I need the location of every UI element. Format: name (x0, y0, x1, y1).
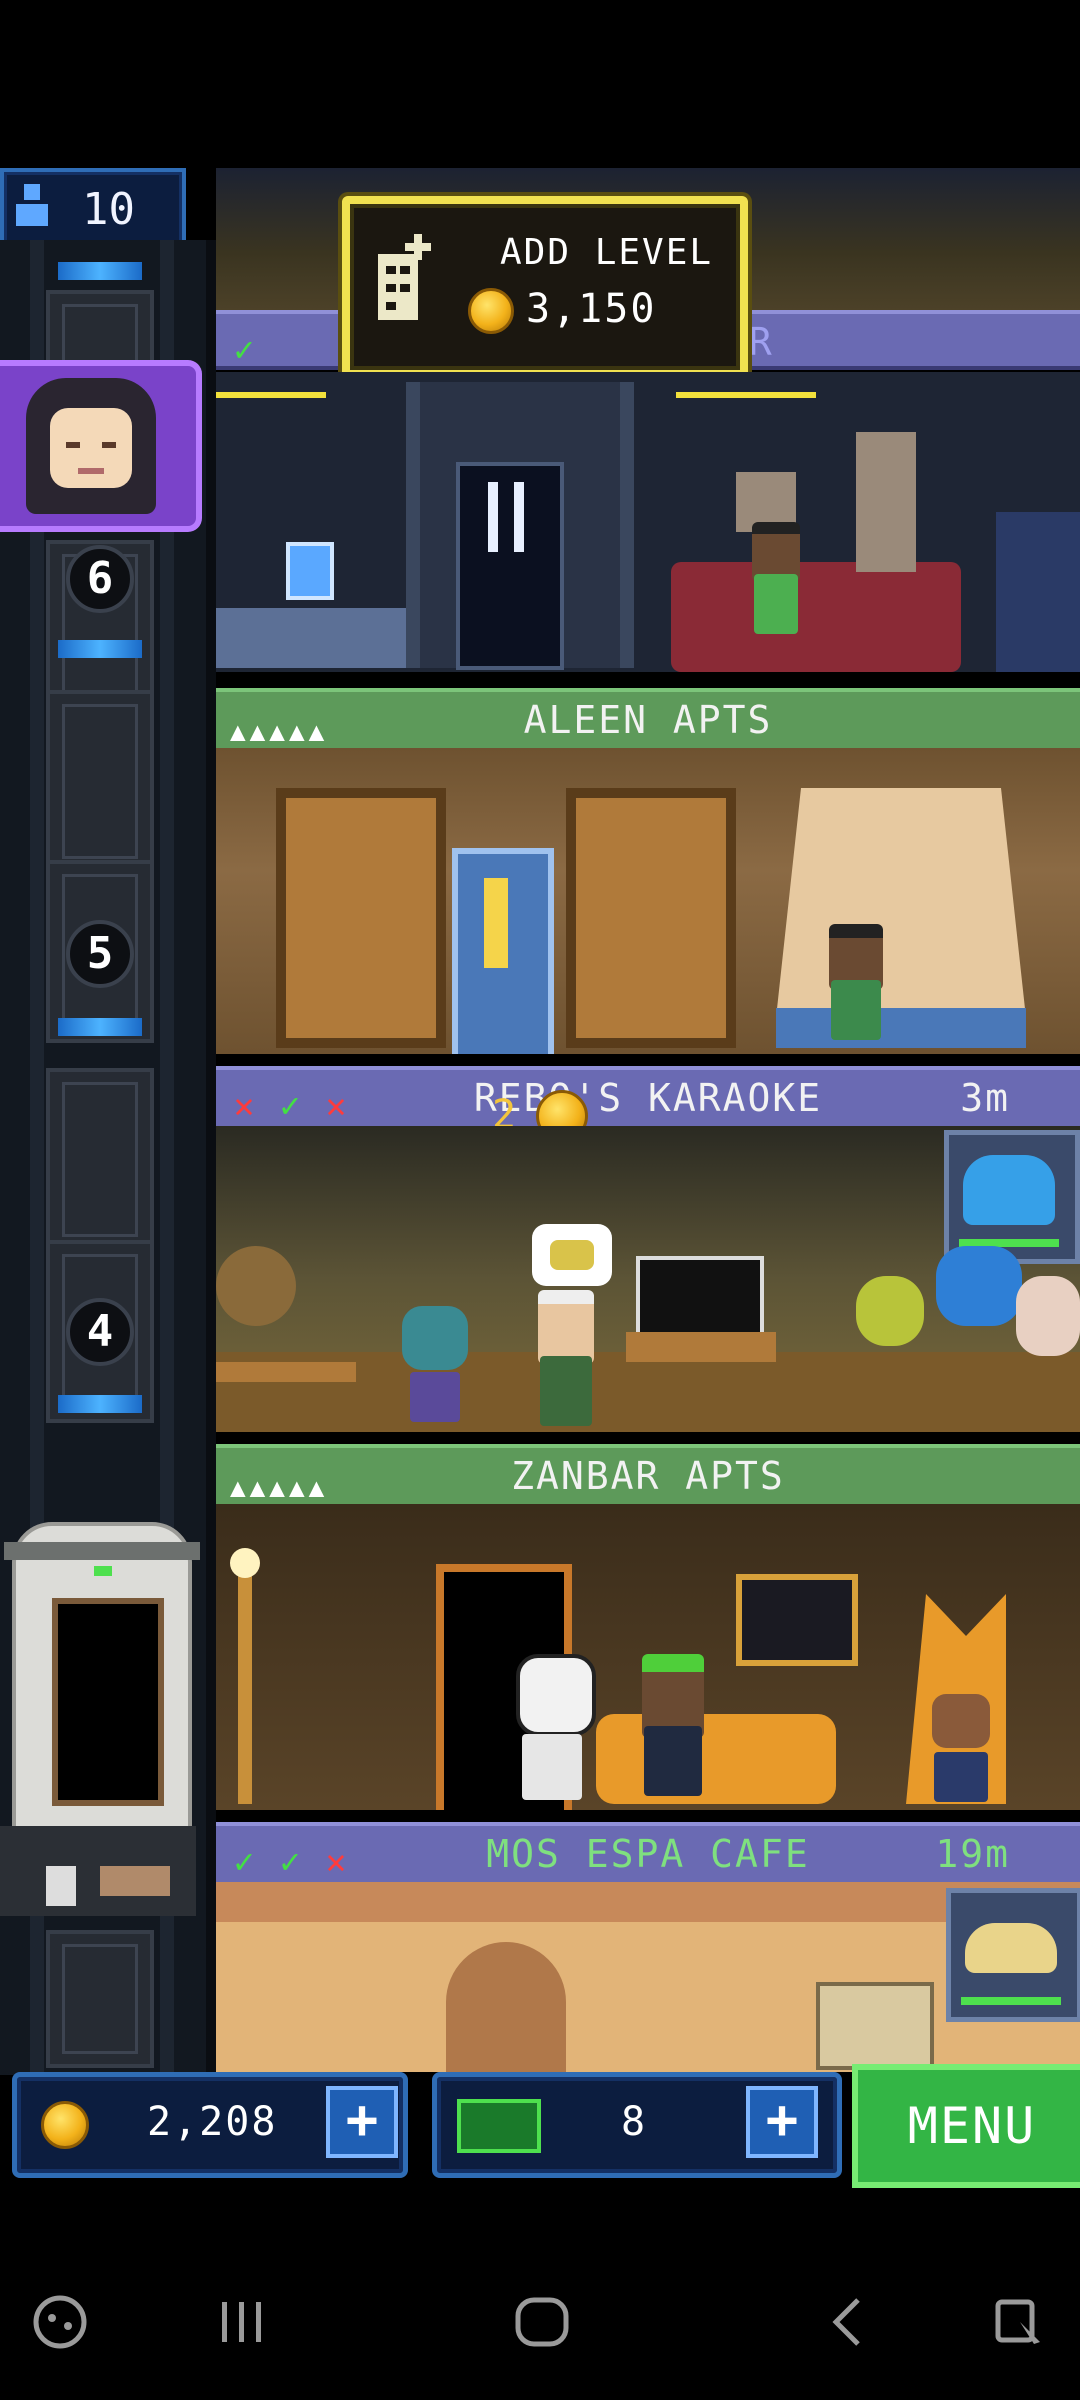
character[interactable] (936, 1246, 1026, 1366)
bitizen-thought-bubble[interactable] (532, 1224, 612, 1286)
buy-bux-button[interactable]: + (746, 2086, 818, 2158)
elevator-stop (46, 1068, 154, 1251)
elevator-light (58, 640, 142, 658)
check-icon: ✓ (233, 330, 255, 370)
back-icon[interactable] (808, 2292, 888, 2362)
character[interactable] (396, 1306, 476, 1426)
mos-espa-cafe-room[interactable] (216, 1882, 1080, 2072)
floor-number-4: 4 (66, 1298, 134, 1366)
elevator-stop (46, 1930, 154, 2068)
mos-espa-cafe-banner[interactable]: ✓ ✓ ✕ MOS ESPA CAFE 19m (216, 1822, 1080, 1886)
mos-espa-cafe-timer: 19m (935, 1832, 1010, 1876)
elevator-cab[interactable] (4, 1522, 200, 1830)
character[interactable] (532, 1286, 602, 1432)
character[interactable] (1016, 1276, 1080, 1426)
rebos-karaoke-timer: 3m (960, 1076, 1010, 1120)
character[interactable] (746, 522, 806, 662)
population-value: 10 (82, 184, 135, 235)
zanbar-apts-banner[interactable]: ▲▲▲▲▲ ZANBAR APTS (216, 1444, 1080, 1508)
character[interactable] (821, 918, 891, 1048)
elevator-light (58, 1018, 142, 1036)
zanbar-apts-name: ZANBAR APTS (511, 1454, 785, 1498)
rebos-karaoke-banner[interactable]: ✕ ✓ ✕ REBO'S KARAOKE 3m (216, 1066, 1080, 1130)
character[interactable] (856, 1276, 926, 1396)
coin-icon (468, 288, 514, 334)
aleen-apts-name: ALEEN APTS (523, 698, 773, 742)
floor-number-5: 5 (66, 920, 134, 988)
add-level-icon (374, 230, 440, 330)
elevator-light (58, 262, 142, 280)
aleen-apts-room[interactable] (216, 748, 1080, 1054)
coin-icon (41, 2101, 89, 2149)
zanbar-apts-room[interactable] (216, 1504, 1080, 1810)
character[interactable] (636, 1654, 710, 1804)
aleen-apts-banner[interactable]: ▲▲▲▲▲ ALEEN APTS (216, 688, 1080, 752)
vip-portrait-frame[interactable] (946, 1888, 1080, 2022)
visitor-avatar-button[interactable] (0, 360, 202, 532)
add-level-button[interactable]: ADD LEVEL 3,150 (342, 196, 748, 378)
rebos-karaoke-name: REBO'S KARAOKE (473, 1076, 823, 1120)
visitor-avatar (26, 378, 156, 514)
add-level-cost: 3,150 (526, 286, 657, 332)
lobby-floor (216, 372, 1080, 672)
character[interactable] (926, 1694, 996, 1804)
elevator-base (0, 1826, 196, 1916)
coin-balance-value: 2,208 (147, 2099, 278, 2145)
bux-balance-value: 8 (621, 2099, 648, 2145)
screenshot-icon[interactable] (980, 2292, 1060, 2362)
buy-coins-button[interactable]: + (326, 2086, 398, 2158)
character[interactable] (506, 1654, 596, 1804)
home-icon[interactable] (502, 2292, 582, 2362)
person-icon (10, 180, 54, 247)
elevator-stop (46, 690, 154, 873)
vip-portrait-frame[interactable] (944, 1130, 1080, 1264)
bux-icon (457, 2099, 541, 2153)
floor-number-6: 6 (66, 545, 134, 613)
menu-button[interactable]: MENU (852, 2064, 1080, 2188)
game-launcher-icon[interactable] (20, 2292, 100, 2362)
add-level-label: ADD LEVEL (500, 232, 714, 273)
recent-apps-icon[interactable] (202, 2292, 282, 2362)
elevator-light (58, 1395, 142, 1413)
rebos-karaoke-room[interactable] (216, 1126, 1080, 1432)
